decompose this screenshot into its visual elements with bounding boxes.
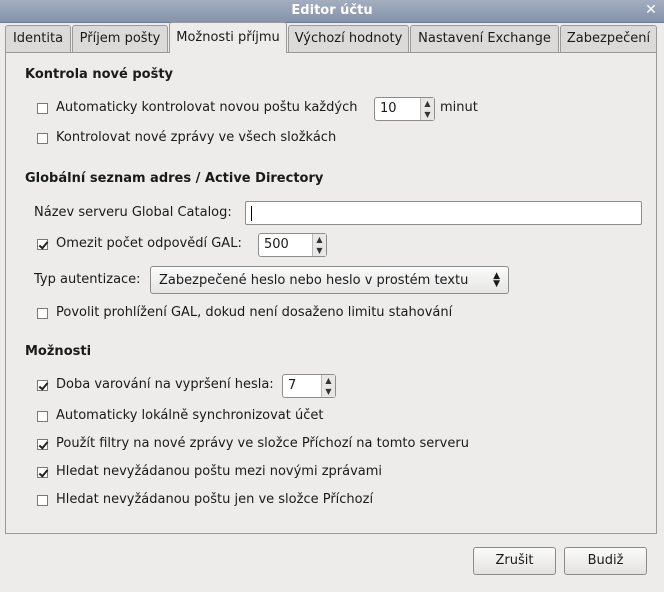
spin-down-icon[interactable]: ▼ xyxy=(324,386,333,397)
auth-type-value: Zabezpečené heslo nebo heslo v prostém t… xyxy=(159,273,469,288)
server-input[interactable] xyxy=(245,201,642,225)
gal-heading: Globální seznam adres / Active Directory xyxy=(25,171,324,186)
junk-inbox-checkbox[interactable] xyxy=(37,495,48,506)
spin-up-icon[interactable]: ▲ xyxy=(315,234,324,245)
window-title: Editor účtu xyxy=(291,3,373,18)
spin-up-icon[interactable]: ▲ xyxy=(423,98,432,109)
spin-down-icon[interactable]: ▼ xyxy=(423,109,432,120)
junk-check-label[interactable]: Hledat nevyžádanou poštu mezi novými zpr… xyxy=(56,464,382,479)
close-icon[interactable]: ✕ xyxy=(644,3,658,17)
tab-moznosti-prijmu[interactable]: Možnosti příjmu xyxy=(169,22,287,53)
auth-type-label: Typ autentizace: xyxy=(34,272,141,287)
password-warning-label[interactable]: Doba varování na vypršení hesla: xyxy=(56,377,274,392)
sync-account-checkbox[interactable] xyxy=(37,411,48,422)
check-mail-heading: Kontrola nové pošty xyxy=(25,67,174,82)
gal-browse-checkbox[interactable] xyxy=(37,308,48,319)
tab-identita[interactable]: Identita xyxy=(5,25,71,52)
gal-limit-value[interactable]: 500 xyxy=(264,237,289,252)
password-warning-checkbox[interactable] xyxy=(37,380,48,391)
title-bar: Editor účtu ✕ xyxy=(0,0,664,23)
all-folders-label[interactable]: Kontrolovat nové zprávy ve všech složkác… xyxy=(56,130,336,145)
tab-vychozi-hodnoty[interactable]: Výchozí hodnoty xyxy=(288,25,409,52)
gal-limit-checkbox[interactable] xyxy=(37,239,48,250)
junk-inbox-label[interactable]: Hledat nevyžádanou poštu jen ve složce P… xyxy=(56,492,373,507)
cancel-button[interactable]: Zrušit xyxy=(473,547,556,575)
gal-limit-spinner[interactable]: 500 ▲ ▼ xyxy=(258,233,327,257)
spin-down-icon[interactable]: ▼ xyxy=(315,245,324,256)
junk-check-checkbox[interactable] xyxy=(37,467,48,478)
password-warning-spinner[interactable]: 7 ▲ ▼ xyxy=(282,374,336,398)
server-label: Název serveru Global Catalog: xyxy=(34,205,232,220)
receiving-options-panel: Kontrola nové pošty Automaticky kontrolo… xyxy=(5,52,657,534)
tab-prijem-posty[interactable]: Příjem pošty xyxy=(72,25,168,52)
ok-button[interactable]: Budiž xyxy=(564,547,647,575)
gal-limit-label[interactable]: Omezit počet odpovědí GAL: xyxy=(56,236,242,251)
gal-browse-label[interactable]: Povolit prohlížení GAL, dokud není dosaž… xyxy=(56,305,452,320)
interval-value[interactable]: 10 xyxy=(380,101,397,116)
tab-nastaveni-exchange[interactable]: Nastavení Exchange xyxy=(410,25,559,52)
apply-filters-checkbox[interactable] xyxy=(37,439,48,450)
interval-unit-label: minut xyxy=(440,100,478,115)
options-heading: Možnosti xyxy=(25,344,92,359)
interval-spinner[interactable]: 10 ▲ ▼ xyxy=(374,97,435,121)
sync-account-label[interactable]: Automaticky lokálně synchronizovat účet xyxy=(56,408,323,423)
password-warning-value[interactable]: 7 xyxy=(288,378,296,393)
all-folders-checkbox[interactable] xyxy=(37,133,48,144)
text-caret xyxy=(251,206,252,221)
auth-type-combo[interactable]: Zabezpečené heslo nebo heslo v prostém t… xyxy=(150,266,509,294)
apply-filters-label[interactable]: Použít filtry na nové zprávy ve složce P… xyxy=(56,436,469,451)
spin-up-icon[interactable]: ▲ xyxy=(324,375,333,386)
auto-check-label[interactable]: Automaticky kontrolovat novou poštu každ… xyxy=(56,100,357,115)
auto-check-checkbox[interactable] xyxy=(37,103,48,114)
combo-arrows-icon: ▲ ▼ xyxy=(493,271,500,289)
tab-zabezpeceni[interactable]: Zabezpečení xyxy=(560,25,657,52)
